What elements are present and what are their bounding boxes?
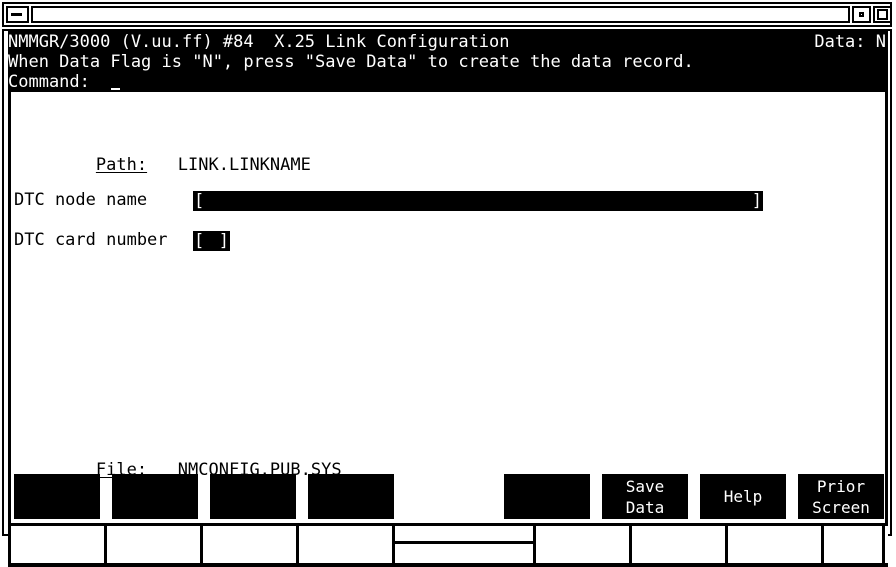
dtc-node-name-label: DTC node name (14, 190, 148, 210)
function-key-2[interactable] (112, 474, 198, 519)
terminal-screen: NMMGR/3000 (V.uu.ff) #84 X.25 Link Confi… (8, 31, 888, 567)
function-key-1[interactable] (14, 474, 100, 519)
function-key-label: Screen (812, 497, 870, 517)
minimize-button[interactable] (6, 6, 29, 23)
maximize-icon (877, 9, 888, 20)
key-cap-5[interactable] (395, 526, 536, 563)
function-key-label: Save (625, 476, 665, 496)
function-key-9[interactable]: Prior Screen (798, 474, 884, 519)
app-title-line: NMMGR/3000 (V.uu.ff) #84 X.25 Link Confi… (8, 32, 510, 52)
window-title-text (31, 6, 850, 23)
command-prompt-label: Command: (8, 72, 90, 92)
screen-right-rule (885, 31, 888, 526)
dtc-card-number-input[interactable]: [ ] (193, 231, 230, 251)
key-cap-9[interactable] (824, 526, 885, 563)
function-key-3[interactable] (210, 474, 296, 519)
key-cap-1[interactable] (11, 526, 107, 563)
restore-icon (859, 12, 864, 17)
path-row: Path: LINK.LINKNAME (14, 135, 311, 195)
function-key-4[interactable] (308, 474, 394, 519)
function-key-label: Help (723, 487, 763, 506)
path-value: LINK.LINKNAME (177, 155, 311, 175)
function-key-label: Prior (816, 476, 866, 496)
minimize-icon (11, 13, 22, 16)
screen-header: NMMGR/3000 (V.uu.ff) #84 X.25 Link Confi… (8, 31, 888, 92)
field-close-bracket: ] (218, 231, 229, 251)
dtc-card-number-label: DTC card number (14, 230, 168, 250)
key-cap-7[interactable] (632, 526, 728, 563)
path-label: Path: (95, 155, 148, 175)
field-close-bracket: ] (751, 191, 762, 211)
key-cap-2[interactable] (107, 526, 203, 563)
key-cap-6[interactable] (536, 526, 632, 563)
function-key-7[interactable]: Save Data (602, 474, 688, 519)
terminal-window: NMMGR/3000 (V.uu.ff) #84 X.25 Link Confi… (0, 0, 896, 567)
function-key-cap-row (8, 523, 888, 567)
screen-left-rule (8, 31, 11, 526)
key-cap-8[interactable] (728, 526, 824, 563)
path-spacer (147, 155, 178, 175)
function-key-5[interactable] (406, 474, 492, 519)
window-titlebar (2, 2, 892, 27)
field-open-bracket: [ (194, 231, 205, 251)
instruction-message: When Data Flag is "N", press "Save Data"… (8, 52, 694, 72)
restore-button[interactable] (852, 6, 871, 23)
function-key-label: Data (625, 497, 665, 517)
dtc-node-name-input[interactable]: [ ] (193, 191, 763, 211)
data-flag-status: Data: N (814, 32, 886, 52)
maximize-button[interactable] (873, 6, 892, 23)
terminal-frame: NMMGR/3000 (V.uu.ff) #84 X.25 Link Confi… (2, 29, 892, 567)
key-cap-4[interactable] (299, 526, 395, 563)
function-key-8[interactable]: Help (700, 474, 786, 519)
function-key-label-strip: Save Data Help Prior Screen (8, 474, 888, 520)
field-open-bracket: [ (194, 191, 205, 211)
command-input-cursor[interactable] (111, 88, 120, 90)
key-cap-divider (395, 541, 533, 544)
key-cap-3[interactable] (203, 526, 299, 563)
function-key-6[interactable] (504, 474, 590, 519)
